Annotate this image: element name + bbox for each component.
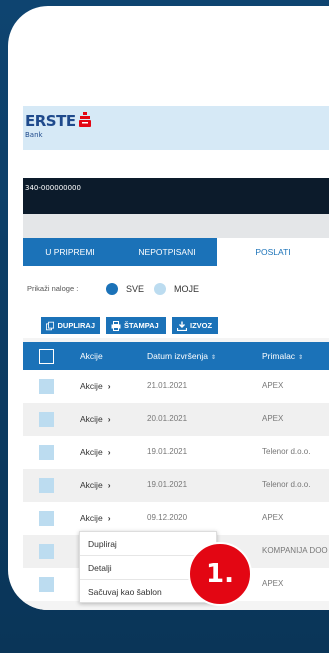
tab-nepotpisani[interactable]: NEPOTPISANI (117, 238, 217, 266)
row-date: 20.01.2021 (147, 414, 188, 423)
duplicate-button[interactable]: DUPLIRAJ (41, 317, 100, 334)
row-date: 19.01.2021 (147, 480, 188, 489)
app-content: ERSTE Bank 340-000000000 U PRIPREMI NEPO… (23, 106, 329, 610)
header-actions: Akcije (80, 351, 103, 361)
row-actions-label: Akcije (80, 414, 103, 424)
chevron-right-icon: › (107, 381, 111, 391)
print-button[interactable]: ŠTAMPAJ (106, 317, 166, 334)
row-checkbox[interactable] (39, 379, 54, 394)
row-date: 19.01.2021 (147, 447, 188, 456)
chevron-right-icon: › (107, 480, 111, 490)
header-date[interactable]: Datum izvršenja ⇕ (147, 351, 216, 361)
row-recipient: APEX (262, 579, 284, 588)
print-button-label: ŠTAMPAJ (124, 321, 159, 330)
row-recipient: Telenor d.o.o. (262, 447, 311, 456)
radio-moje[interactable] (154, 283, 166, 295)
app-screen: ERSTE Bank 340-000000000 U PRIPREMI NEPO… (8, 6, 329, 610)
action-toolbar: DUPLIRAJ ŠTAMPAJ IZVOZ (23, 314, 329, 338)
table-row[interactable]: Akcije › 20.01.2021 APEX (23, 403, 329, 436)
row-actions-toggle[interactable]: Akcije › (80, 480, 111, 490)
export-button-label: IZVOZ (190, 321, 213, 330)
row-checkbox[interactable] (39, 511, 54, 526)
print-icon (111, 320, 121, 331)
row-actions-toggle[interactable]: Akcije › (80, 513, 111, 523)
row-actions-toggle[interactable]: Akcije › (80, 381, 111, 391)
table-row[interactable]: Akcije › 21.01.2021 APEX (23, 370, 329, 403)
chevron-right-icon: › (107, 447, 111, 457)
tab-bar: U PRIPREMI NEPOTPISANI POSLATI (23, 238, 329, 266)
brand-logo-text: ERSTE (25, 112, 76, 130)
brand-logo-icon (79, 112, 91, 127)
radio-moje-label[interactable]: MOJE (174, 284, 199, 294)
tab-poslati[interactable]: POSLATI (217, 238, 329, 266)
step-badge: 1. (188, 542, 252, 606)
row-actions-label: Akcije (80, 513, 103, 523)
filter-label: Prikaži naloge : (27, 284, 79, 293)
select-all-checkbox[interactable] (39, 349, 54, 364)
brand-logo-sub: Bank (25, 131, 43, 139)
tab-u-pripremi[interactable]: U PRIPREMI (23, 238, 117, 266)
row-recipient: Telenor d.o.o. (262, 480, 311, 489)
row-actions-label: Akcije (80, 447, 103, 457)
row-recipient: APEX (262, 414, 284, 423)
row-checkbox[interactable] (39, 544, 54, 559)
sort-icon: ⇕ (298, 355, 304, 361)
copy-icon (46, 321, 55, 330)
header-spacer (23, 150, 329, 178)
row-checkbox[interactable] (39, 412, 54, 427)
header-recipient-label: Primalac (262, 351, 296, 361)
account-number: 340-000000000 (25, 184, 81, 192)
header-bar: ERSTE Bank (23, 106, 329, 150)
filter-bar: Prikaži naloge : SVE MOJE (23, 266, 329, 314)
row-actions-toggle[interactable]: Akcije › (80, 414, 111, 424)
row-recipient: APEX (262, 513, 284, 522)
row-date: 09.12.2020 (147, 513, 188, 522)
table-header: Akcije Datum izvršenja ⇕ Primalac ⇕ (23, 342, 329, 370)
row-checkbox[interactable] (39, 577, 54, 592)
download-icon (177, 321, 187, 331)
row-checkbox[interactable] (39, 445, 54, 460)
row-checkbox[interactable] (39, 478, 54, 493)
row-date: 21.01.2021 (147, 381, 188, 390)
row-recipient: APEX (262, 381, 284, 390)
chevron-right-icon: › (107, 414, 111, 424)
table-row[interactable]: Akcije › 19.01.2021 Telenor d.o.o. (23, 469, 329, 502)
chevron-right-icon: › (107, 513, 111, 523)
table-row[interactable]: Akcije › 19.01.2021 Telenor d.o.o. (23, 436, 329, 469)
header-recipient[interactable]: Primalac ⇕ (262, 351, 303, 361)
account-bar: 340-000000000 (23, 178, 329, 214)
radio-sve[interactable] (106, 283, 118, 295)
radio-sve-label[interactable]: SVE (126, 284, 144, 294)
row-actions-label: Akcije (80, 381, 103, 391)
row-actions-toggle[interactable]: Akcije › (80, 447, 111, 457)
export-button[interactable]: IZVOZ (172, 317, 218, 334)
header-date-label: Datum izvršenja (147, 351, 208, 361)
row-recipient: KOMPANIJA DOO (262, 546, 328, 555)
account-spacer (23, 214, 329, 238)
duplicate-button-label: DUPLIRAJ (57, 321, 95, 330)
row-actions-label: Akcije (80, 480, 103, 490)
sort-icon: ⇕ (210, 355, 216, 361)
